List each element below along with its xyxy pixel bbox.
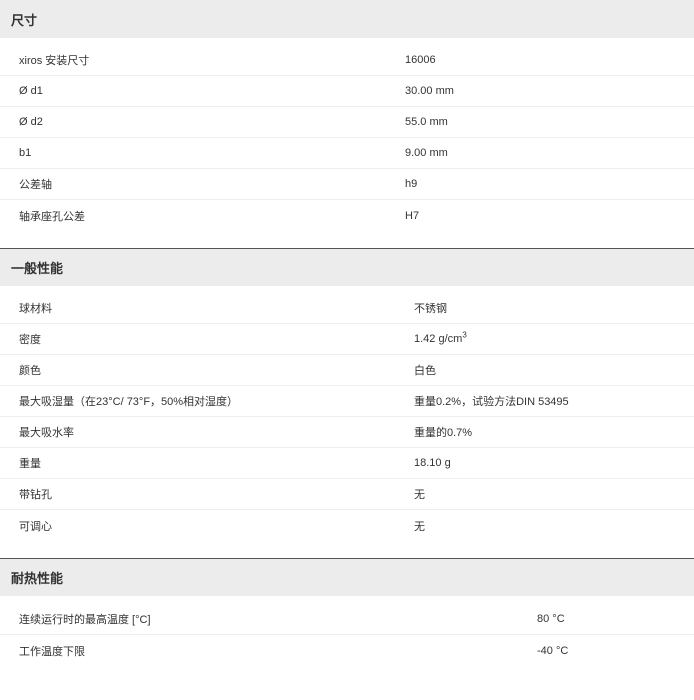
dimensions-table: xiros 安装尺寸 16006 Ø d1 30.00 mm Ø d2 55.0… bbox=[0, 38, 694, 248]
section-title-thermal-properties: 耐热性能 bbox=[0, 558, 694, 596]
section-general-properties: 一般性能 球材料 不锈钢 密度 1.42 g/cm3 颜色 白色 最大吸湿量（在… bbox=[0, 248, 694, 558]
row-label: b1 bbox=[19, 147, 32, 159]
density-superscript: 3 bbox=[462, 330, 467, 340]
row-label: 工作温度下限 bbox=[19, 645, 85, 658]
table-row: 密度 1.42 g/cm3 bbox=[0, 324, 694, 355]
row-label: xiros 安装尺寸 bbox=[19, 55, 90, 67]
table-row: 工作温度下限 -40 °C bbox=[0, 635, 694, 666]
section-title-general-properties: 一般性能 bbox=[0, 248, 694, 286]
table-row: Ø d1 30.00 mm bbox=[0, 76, 694, 107]
row-label: 球材料 bbox=[19, 303, 52, 315]
table-row: 颜色 白色 bbox=[0, 355, 694, 386]
row-value: -40 °C bbox=[537, 644, 569, 657]
table-row: 球材料 不锈钢 bbox=[0, 293, 694, 324]
row-label: 公差轴 bbox=[19, 179, 52, 191]
table-row: 连续运行时的最高温度 [°C] 80 °C bbox=[0, 604, 694, 635]
row-value: 80 °C bbox=[537, 613, 565, 625]
row-label: 可调心 bbox=[19, 520, 52, 533]
row-value: 重量0.2%，试验方法DIN 53495 bbox=[414, 396, 569, 408]
section-title-dimensions: 尺寸 bbox=[0, 0, 694, 38]
row-label: Ø d1 bbox=[19, 85, 43, 97]
general-properties-table: 球材料 不锈钢 密度 1.42 g/cm3 颜色 白色 最大吸湿量（在23°C/… bbox=[0, 286, 694, 558]
row-label: Ø d2 bbox=[19, 116, 43, 128]
table-row: xiros 安装尺寸 16006 bbox=[0, 45, 694, 76]
table-row: 可调心 无 bbox=[0, 510, 694, 541]
table-row: 带钻孔 无 bbox=[0, 479, 694, 510]
table-row: 最大吸水率 重量的0.7% bbox=[0, 417, 694, 448]
row-label: 颜色 bbox=[19, 365, 41, 377]
table-row: 最大吸湿量（在23°C/ 73°F，50%相对湿度） 重量0.2%，试验方法DI… bbox=[0, 386, 694, 417]
density-value: 1.42 g/cm bbox=[414, 333, 463, 345]
table-row: 轴承座孔公差 H7 bbox=[0, 200, 694, 231]
row-label: 带钻孔 bbox=[19, 489, 52, 501]
row-value: 55.0 mm bbox=[405, 116, 448, 128]
row-value: 9.00 mm bbox=[405, 147, 448, 159]
row-value: 无 bbox=[414, 489, 425, 501]
row-value: 白色 bbox=[414, 365, 436, 377]
table-row: 重量 18.10 g bbox=[0, 448, 694, 479]
row-label: 连续运行时的最高温度 [°C] bbox=[19, 614, 151, 626]
row-value: 30.00 mm bbox=[405, 85, 454, 97]
row-value: 16006 bbox=[405, 54, 436, 66]
row-label: 最大吸水率 bbox=[19, 427, 74, 439]
section-thermal-properties: 耐热性能 连续运行时的最高温度 [°C] 80 °C 工作温度下限 -40 °C bbox=[0, 558, 694, 683]
row-value: H7 bbox=[405, 209, 420, 222]
row-value-density: 1.42 g/cm3 bbox=[414, 330, 467, 345]
table-row: 公差轴 h9 bbox=[0, 169, 694, 200]
row-value: h9 bbox=[405, 178, 418, 190]
row-label: 轴承座孔公差 bbox=[19, 210, 85, 223]
row-value: 18.10 g bbox=[414, 457, 451, 469]
table-row: b1 9.00 mm bbox=[0, 138, 694, 169]
row-value: 不锈钢 bbox=[414, 303, 447, 315]
row-value: 无 bbox=[414, 520, 425, 533]
row-value: 重量的0.7% bbox=[414, 427, 473, 439]
row-label: 重量 bbox=[19, 458, 41, 470]
row-label: 最大吸湿量（在23°C/ 73°F，50%相对湿度） bbox=[19, 396, 239, 408]
table-row: Ø d2 55.0 mm bbox=[0, 107, 694, 138]
section-dimensions: 尺寸 xiros 安装尺寸 16006 Ø d1 30.00 mm Ø d2 5… bbox=[0, 0, 694, 248]
thermal-properties-table: 连续运行时的最高温度 [°C] 80 °C 工作温度下限 -40 °C bbox=[0, 596, 694, 683]
row-label: 密度 bbox=[19, 334, 41, 346]
